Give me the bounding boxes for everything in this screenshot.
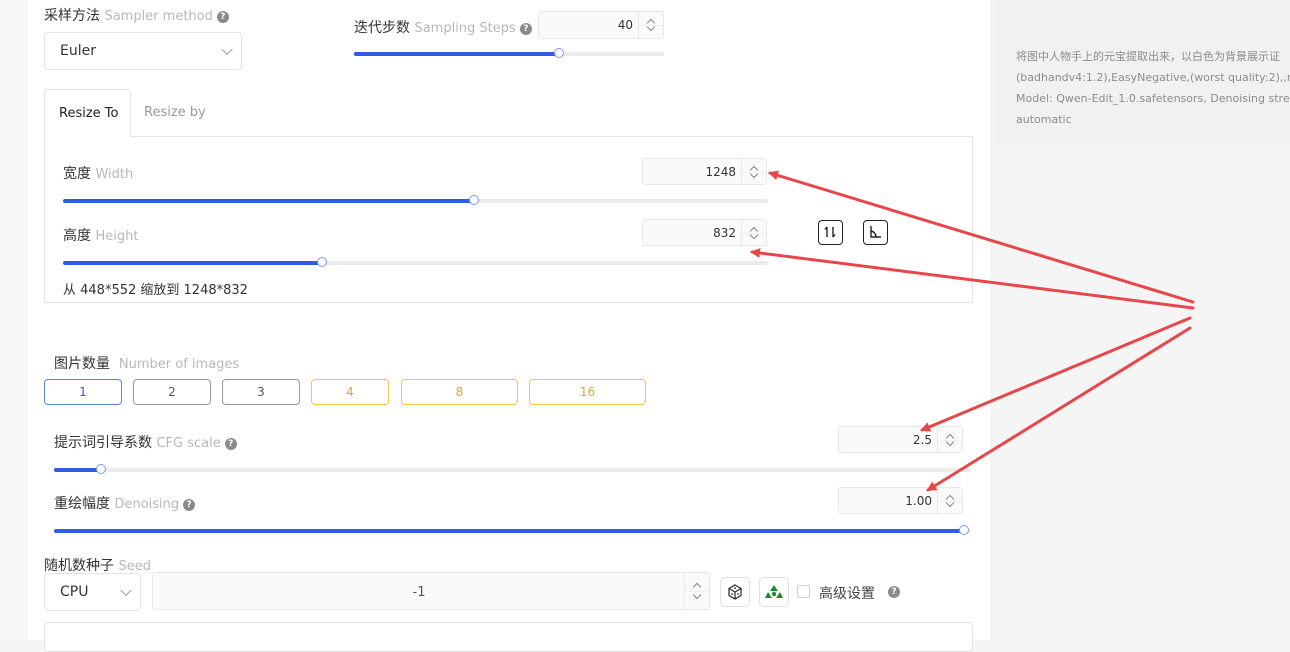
- arrow-to-height: [750, 248, 1195, 310]
- annotation-arrows: [750, 170, 1195, 492]
- arrow-to-cfg: [920, 316, 1192, 432]
- tab-resize-to[interactable]: Resize To: [44, 89, 131, 138]
- arrow-to-denoise: [926, 326, 1192, 492]
